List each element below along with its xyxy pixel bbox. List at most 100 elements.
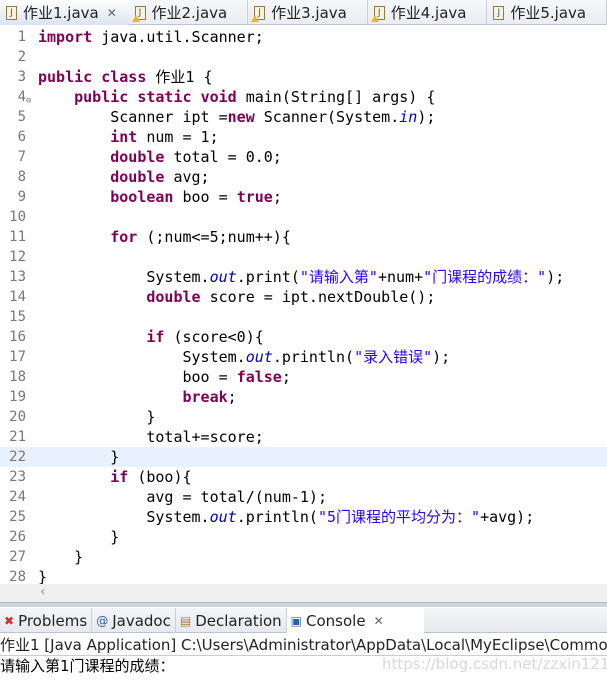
code-line[interactable]: 17 System.out.println("录入错误");	[0, 347, 607, 367]
code-line[interactable]: 12	[0, 247, 607, 267]
code-token: ;	[227, 388, 237, 406]
code-line[interactable]: 10	[0, 207, 607, 227]
code-token: System.	[38, 268, 210, 286]
problems-icon: ✖	[4, 613, 15, 628]
code-line[interactable]: 26 }	[0, 527, 607, 547]
code-line[interactable]: 22 }	[0, 447, 607, 467]
code-token: +num+	[377, 268, 424, 286]
code-token: 作业1 {	[146, 68, 213, 86]
code-token: "录入错误"	[354, 348, 433, 366]
code-line[interactable]: 9 boolean boo = true;	[0, 187, 607, 207]
code-editor[interactable]: 1 import java.util.Scanner; 2 3 public class…	[0, 26, 607, 584]
close-icon[interactable]: ✕	[107, 6, 117, 20]
panel-tab-declaration[interactable]: ▤ Declaration	[176, 608, 287, 633]
code-token: );	[417, 108, 436, 126]
code-line[interactable]: 14 double score = ipt.nextDouble();	[0, 287, 607, 307]
tab-1[interactable]: J 作业1.java ✕	[0, 0, 129, 25]
code-token: main(String[] args) {	[236, 88, 436, 106]
code-token: avg = total/(num-1);	[38, 488, 327, 506]
panel-tab-bar: ✖ Problems @ Javadoc ▤ Declaration ▣ Console ✕	[0, 608, 607, 633]
code-line[interactable]: 20 }	[0, 407, 607, 427]
code-token: .println(	[236, 508, 318, 526]
code-token: ;	[272, 188, 282, 206]
panel-tab-problems[interactable]: ✖ Problems	[0, 608, 93, 633]
code-token: class	[101, 68, 147, 86]
line-number: 27	[9, 549, 26, 565]
code-token: boo =	[38, 368, 237, 386]
panel-tab-javadoc[interactable]: @ Javadoc	[92, 608, 176, 633]
tab-label: 作业3.java	[271, 4, 347, 22]
line-number: 11	[9, 229, 26, 245]
code-line[interactable]: 16 if (score<0){	[0, 327, 607, 347]
panel-tab-console[interactable]: ▣ Console ✕	[286, 608, 424, 633]
code-text: if (boo){	[38, 467, 192, 487]
code-line[interactable]: 8 double avg;	[0, 167, 607, 187]
line-number: 13	[9, 269, 26, 285]
code-line[interactable]: 18 boo = false;	[0, 367, 607, 387]
code-text: Scanner ipt =new Scanner(System.in);	[38, 107, 435, 127]
line-number: 24	[9, 489, 26, 505]
code-token: .println(	[272, 348, 355, 366]
line-number: 14	[9, 289, 26, 305]
line-number: 10	[9, 209, 26, 225]
line-number: 9	[17, 189, 26, 205]
code-line[interactable]: 19 break;	[0, 387, 607, 407]
warning-icon	[131, 14, 140, 22]
code-line[interactable]: 24 avg = total/(num-1);	[0, 487, 607, 507]
code-text: for (;num<=5;num++){	[38, 227, 291, 247]
code-line[interactable]: 7 double total = 0.0;	[0, 147, 607, 167]
tab-5[interactable]: J 作业5.java	[487, 0, 607, 25]
tab-4[interactable]: J 作业4.java	[368, 0, 488, 25]
code-text: System.out.println("5门课程的平均分为："+avg);	[38, 507, 534, 527]
line-number: 12	[9, 249, 26, 265]
code-line[interactable]: 15	[0, 307, 607, 327]
panel-tab-label: Declaration	[195, 611, 282, 630]
line-number: 25	[9, 509, 26, 525]
code-text: System.out.print("请输入第"+num+"门课程的成绩：");	[38, 267, 564, 287]
code-token: System.	[38, 508, 210, 526]
panel-tab-label: Console	[306, 611, 366, 630]
java-file-icon: J	[370, 5, 385, 22]
tab-label: 作业2.java	[151, 4, 228, 22]
tab-label: 作业1.java	[23, 4, 99, 22]
tab-3[interactable]: J 作业3.java	[248, 0, 368, 25]
horizontal-scrollbar[interactable]: ‹	[0, 584, 607, 602]
code-line[interactable]: 2	[0, 47, 607, 67]
code-line[interactable]: 1 import java.util.Scanner;	[0, 27, 607, 47]
line-number: 21	[9, 429, 26, 445]
code-token: (boo){	[128, 468, 192, 486]
code-token: Scanner ipt =	[38, 108, 228, 126]
tab-2[interactable]: J 作业2.java	[129, 0, 249, 25]
code-line[interactable]: 13 System.out.print("请输入第"+num+"门课程的成绩："…	[0, 267, 607, 287]
code-text: public class 作业1 {	[38, 67, 213, 87]
code-text: avg = total/(num-1);	[38, 487, 327, 507]
panel-divider[interactable]	[0, 602, 607, 607]
code-line[interactable]: 25 System.out.println("5门课程的平均分为："+avg);	[0, 507, 607, 527]
console-header: 作业1 [Java Application] C:\Users\Administ…	[0, 636, 607, 656]
code-token: java.util.Scanner;	[92, 28, 264, 46]
code-line[interactable]: 27 }	[0, 547, 607, 567]
scroll-left-icon[interactable]: ‹	[40, 584, 46, 600]
code-line[interactable]: 5 Scanner ipt =new Scanner(System.in);	[0, 107, 607, 127]
code-line[interactable]: 3 public class 作业1 {	[0, 67, 607, 87]
code-line[interactable]: 21 total+=score;	[0, 427, 607, 447]
code-token: if	[146, 328, 165, 346]
line-number: 4	[17, 89, 26, 105]
console-output[interactable]: 请输入第1门课程的成绩：	[0, 656, 175, 676]
code-text: }	[38, 567, 47, 584]
code-token: false	[236, 368, 282, 386]
code-line[interactable]: 11 for (;num<=5;num++){	[0, 227, 607, 247]
close-icon[interactable]: ✕	[374, 614, 384, 628]
code-text: }	[38, 527, 119, 547]
code-token: import	[38, 28, 93, 46]
code-line[interactable]: 23 if (boo){	[0, 467, 607, 487]
code-line[interactable]: 28}	[0, 567, 607, 584]
code-line[interactable]: 4 ⊖ public static void main(String[] args…	[0, 87, 607, 107]
code-line[interactable]: 6 int num = 1;	[0, 127, 607, 147]
